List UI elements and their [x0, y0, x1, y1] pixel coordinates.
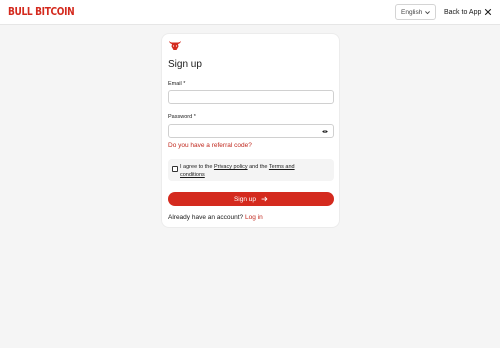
close-icon [485, 8, 492, 16]
signup-button-label: Sign up [233, 195, 257, 203]
bull-logo-icon [169, 41, 181, 50]
agree-middle: and the [249, 164, 268, 170]
password-label: Password * [168, 114, 196, 120]
terms-agreement-text: I agree to the Privacy policy and the Te… [180, 163, 320, 179]
login-prompt-text: Already have an account? [168, 214, 244, 221]
email-label: Email * [168, 81, 185, 87]
email-field[interactable] [168, 90, 334, 104]
email-label-text: Email [168, 81, 182, 87]
agree-prefix: I agree to the [180, 164, 213, 170]
page-title: Sign up [168, 59, 202, 70]
language-select[interactable]: English [395, 4, 436, 20]
email-required-mark: * [183, 81, 186, 87]
back-to-app-label: Back to App [444, 8, 482, 16]
signup-card: Sign up Email * Password * Do you have a… [161, 33, 340, 228]
password-field[interactable] [168, 124, 334, 138]
privacy-policy-link[interactable]: Privacy policy [214, 164, 248, 170]
arrow-right-icon [261, 196, 268, 202]
chevron-down-icon [425, 11, 430, 15]
top-bar: BULL BITCOIN English Back to App [0, 0, 500, 25]
login-prompt: Already have an account? Log in [168, 214, 263, 221]
brand-logo[interactable]: BULL BITCOIN [8, 6, 75, 18]
login-link[interactable]: Log in [245, 214, 263, 221]
password-label-text: Password [168, 114, 193, 120]
eye-icon[interactable] [322, 129, 328, 134]
back-to-app-button[interactable]: Back to App [444, 6, 492, 18]
terms-checkbox[interactable] [172, 166, 178, 172]
language-select-value: English [401, 8, 423, 16]
signup-button[interactable]: Sign up [168, 192, 334, 206]
referral-code-link[interactable]: Do you have a referral code? [168, 142, 252, 149]
terms-agreement: I agree to the Privacy policy and the Te… [168, 159, 334, 181]
password-required-mark: * [193, 114, 196, 120]
